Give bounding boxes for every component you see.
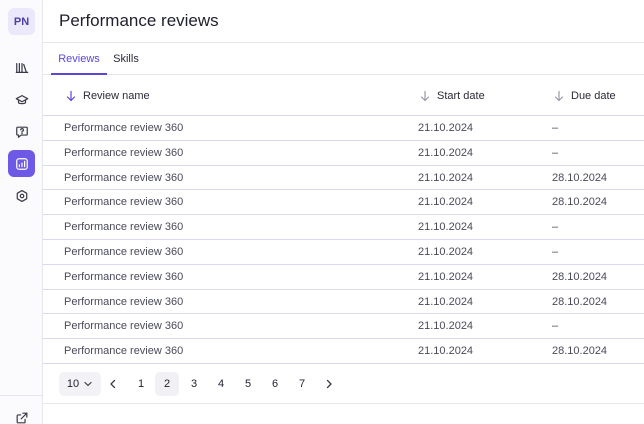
table-row[interactable]: Performance review 360 21.10.2024 – — [43, 314, 644, 340]
column-header-due-date[interactable]: Due date — [553, 76, 616, 116]
table-row[interactable]: Performance review 360 21.10.2024 28.10.… — [43, 339, 644, 364]
review-name-cell: Performance review 360 — [64, 171, 184, 184]
start-date-cell: 21.10.2024 — [418, 270, 474, 283]
due-date-cell: 28.10.2024 — [552, 295, 608, 308]
page-button-3[interactable]: 3 — [182, 372, 206, 396]
column-label: Review name — [83, 90, 150, 102]
due-date-cell: 28.10.2024 — [552, 171, 608, 184]
table-header: Review name Start date Due date — [43, 76, 644, 116]
due-date-cell: – — [552, 221, 559, 234]
page-button-7[interactable]: 7 — [290, 372, 314, 396]
page-button-4[interactable]: 4 — [209, 372, 233, 396]
start-date-cell: 21.10.2024 — [418, 295, 474, 308]
page-button-1[interactable]: 1 — [129, 372, 153, 396]
table-row[interactable]: Performance review 360 21.10.2024 28.10.… — [43, 190, 644, 216]
page-size-select[interactable]: 10 — [59, 372, 101, 396]
graduation-cap-icon[interactable] — [8, 86, 35, 113]
column-label: Start date — [437, 90, 485, 102]
review-name-cell: Performance review 360 — [64, 196, 184, 209]
page-title: Performance reviews — [59, 11, 219, 30]
chevron-down-icon — [84, 381, 92, 387]
start-date-cell: 21.10.2024 — [418, 146, 474, 159]
page-button-6[interactable]: 6 — [263, 372, 287, 396]
chevron-right-icon — [326, 379, 332, 389]
review-name-cell: Performance review 360 — [64, 122, 184, 134]
column-header-review-name[interactable]: Review name — [65, 76, 150, 116]
due-date-cell: 28.10.2024 — [552, 270, 608, 283]
due-date-cell: – — [552, 245, 559, 258]
review-name-cell: Performance review 360 — [64, 345, 184, 358]
table-row[interactable]: Performance review 360 21.10.2024 28.10.… — [43, 166, 644, 191]
sidebar-divider — [0, 395, 42, 396]
sort-arrow-down-icon — [420, 90, 430, 102]
library-icon[interactable] — [8, 54, 35, 81]
sidebar: PN — [0, 0, 43, 424]
table-row[interactable]: Performance review 360 21.10.2024 – — [43, 215, 644, 240]
start-date-cell: 21.10.2024 — [418, 196, 474, 209]
start-date-cell: 21.10.2024 — [418, 320, 474, 333]
tab-reviews[interactable]: Reviews — [51, 43, 107, 75]
sort-arrow-down-icon — [554, 90, 564, 102]
settings-hexagon-icon[interactable] — [8, 182, 35, 209]
review-name-cell: Performance review 360 — [64, 146, 184, 159]
external-link-icon[interactable] — [8, 404, 35, 424]
due-date-cell: – — [552, 146, 559, 159]
due-date-cell: 28.10.2024 — [552, 345, 608, 358]
pagination: 10 1 2 3 4 5 6 7 — [43, 364, 644, 404]
table-row[interactable]: Performance review 360 21.10.2024 – — [43, 240, 644, 265]
table-row[interactable]: Performance review 360 21.10.2024 – — [43, 116, 644, 141]
review-name-cell: Performance review 360 — [64, 221, 184, 234]
table-row[interactable]: Performance review 360 21.10.2024 28.10.… — [43, 290, 644, 315]
due-date-cell: 28.10.2024 — [552, 196, 608, 209]
due-date-cell: – — [552, 122, 559, 134]
next-page-button[interactable] — [317, 372, 341, 396]
page-size-value: 10 — [66, 378, 80, 390]
start-date-cell: 21.10.2024 — [418, 245, 474, 258]
page-button-2[interactable]: 2 — [155, 372, 179, 396]
sort-arrow-down-icon — [66, 90, 76, 102]
start-date-cell: 21.10.2024 — [418, 345, 474, 358]
review-name-cell: Performance review 360 — [64, 270, 184, 283]
reviews-table: Review name Start date Due date Performa… — [43, 76, 644, 364]
start-date-cell: 21.10.2024 — [418, 221, 474, 234]
review-name-cell: Performance review 360 — [64, 295, 184, 308]
table-row[interactable]: Performance review 360 21.10.2024 – — [43, 141, 644, 166]
start-date-cell: 21.10.2024 — [418, 122, 474, 134]
review-name-cell: Performance review 360 — [64, 320, 184, 333]
chevron-left-icon — [110, 379, 116, 389]
due-date-cell: – — [552, 320, 559, 333]
analytics-icon[interactable] — [8, 150, 35, 177]
help-bubble-icon[interactable] — [8, 118, 35, 145]
start-date-cell: 21.10.2024 — [418, 171, 474, 184]
column-label: Due date — [571, 90, 616, 102]
previous-page-button[interactable] — [101, 372, 125, 396]
column-header-start-date[interactable]: Start date — [419, 76, 485, 116]
table-row[interactable]: Performance review 360 21.10.2024 28.10.… — [43, 265, 644, 290]
page-button-5[interactable]: 5 — [236, 372, 260, 396]
tab-skills[interactable]: Skills — [109, 43, 143, 75]
tab-bar: Reviews Skills — [43, 43, 644, 75]
review-name-cell: Performance review 360 — [64, 245, 184, 258]
avatar[interactable]: PN — [8, 8, 35, 35]
page-header: Performance reviews — [43, 0, 644, 43]
